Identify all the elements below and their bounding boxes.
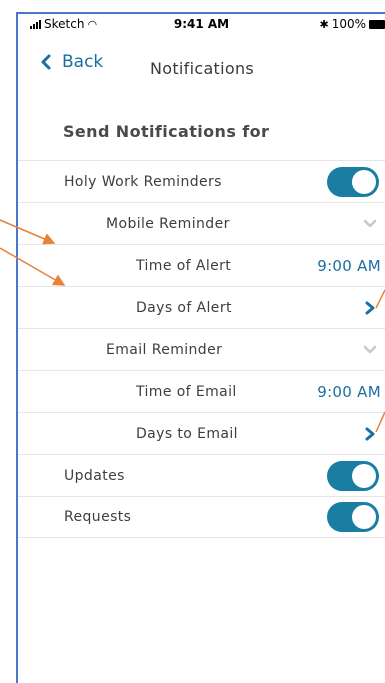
row-days-of-alert[interactable]: Days of Alert [18,286,385,328]
requests-toggle[interactable] [327,502,379,532]
time-of-alert-value[interactable]: 9:00 AM [317,257,381,275]
battery-percent: 100% [331,17,366,31]
row-mobile-reminder[interactable]: Mobile Reminder [18,202,385,244]
section-header: Send Notifications for [63,122,270,141]
page-title: Notifications [150,59,255,78]
settings-list: Holy Work Reminders Mobile Reminder Time… [18,160,385,538]
toggle-knob [352,169,376,194]
status-right: ✱ 100% [319,17,385,31]
chevron-down-icon[interactable] [363,345,377,355]
back-button[interactable]: Back [40,52,103,72]
row-requests: Requests [18,496,385,538]
row-days-to-email[interactable]: Days to Email [18,412,385,454]
chevron-right-icon[interactable] [363,301,377,315]
row-label: Time of Alert [136,257,232,274]
row-label: Days of Alert [136,299,232,316]
row-label: Days to Email [136,425,238,442]
row-updates: Updates [18,454,385,496]
row-label: Email Reminder [106,341,223,358]
row-holy-work-reminders: Holy Work Reminders [18,160,385,202]
row-label: Holy Work Reminders [64,173,222,190]
row-label: Time of Email [136,383,237,400]
row-label: Mobile Reminder [106,215,230,232]
chevron-down-icon[interactable] [363,219,377,229]
updates-toggle[interactable] [327,460,379,491]
bluetooth-icon: ✱ [319,17,329,31]
row-label: Requests [64,509,132,525]
back-label: Back [62,52,104,72]
status-bar: Sketch ◠ 9:41 AM ✱ 100% [18,14,385,34]
row-label: Updates [64,467,125,484]
chevron-left-icon [41,54,51,70]
row-time-of-alert[interactable]: Time of Alert 9:00 AM [18,244,385,286]
row-email-reminder[interactable]: Email Reminder [18,328,385,370]
nav-bar: Back Notifications [18,40,385,96]
row-time-of-email[interactable]: Time of Email 9:00 AM [18,370,385,412]
time-of-email-value[interactable]: 9:00 AM [317,383,381,401]
toggle-knob [352,505,376,529]
holy-work-toggle[interactable] [327,166,379,197]
toggle-knob [352,463,376,488]
chevron-right-icon[interactable] [363,427,377,441]
battery-icon [369,19,385,29]
